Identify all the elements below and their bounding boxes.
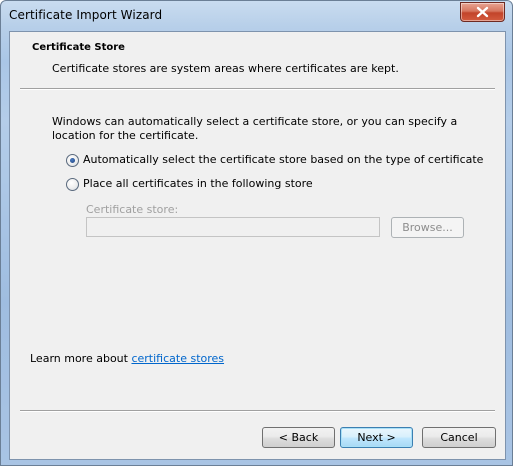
auto-select-label[interactable]: Automatically select the certificate sto…: [83, 153, 483, 166]
header-divider: [20, 88, 495, 90]
browse-button: Browse...: [391, 217, 464, 238]
cancel-button[interactable]: Cancel: [422, 427, 496, 448]
next-button[interactable]: Next >: [340, 427, 413, 448]
wizard-header: Certificate Store Certificate stores are…: [10, 32, 505, 89]
footer-divider: [20, 410, 495, 412]
learn-more-text: Learn more about certificate stores: [30, 352, 224, 365]
certificate-store-label: Certificate store:: [86, 203, 179, 216]
certificate-stores-link[interactable]: certificate stores: [131, 352, 224, 365]
page-title: Certificate Store: [32, 42, 125, 53]
title-bar[interactable]: Certificate Import Wizard: [1, 1, 512, 31]
back-button[interactable]: < Back: [262, 427, 335, 448]
close-button[interactable]: [460, 2, 505, 22]
window-title: Certificate Import Wizard: [9, 8, 163, 22]
page-subtitle: Certificate stores are system areas wher…: [52, 62, 399, 75]
place-in-store-radio[interactable]: [66, 178, 79, 191]
wizard-page: Certificate Store Certificate stores are…: [9, 31, 506, 460]
intro-text: Windows can automatically select a certi…: [52, 115, 458, 142]
learn-more-prefix: Learn more about: [30, 352, 132, 365]
close-icon: [476, 6, 489, 18]
certificate-store-field: [86, 217, 380, 237]
auto-select-radio[interactable]: [66, 154, 79, 167]
certificate-import-wizard-window: Certificate Import Wizard Certificate St…: [0, 0, 513, 466]
place-in-store-label[interactable]: Place all certificates in the following …: [83, 177, 313, 190]
radio-selected-dot: [70, 158, 75, 163]
